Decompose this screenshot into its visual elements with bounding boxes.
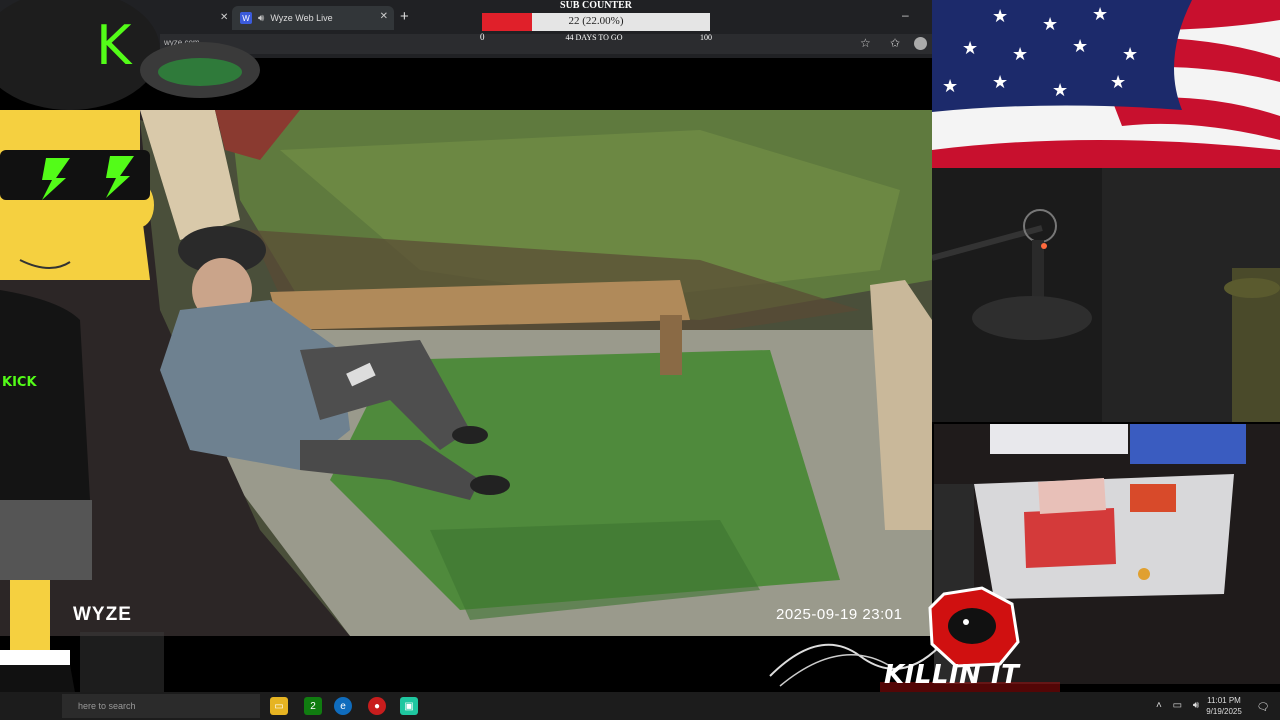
svg-text:★: ★ xyxy=(1110,72,1126,93)
us-flag-panel: ★ ★ ★ ★ ★ ★ ★ ★ ★ ★ ★ xyxy=(932,0,1280,168)
svg-text:★: ★ xyxy=(992,72,1008,93)
clock-time: 11:01 PM xyxy=(1207,696,1241,705)
sub-counter-days: 44 DAYS TO GO xyxy=(565,33,623,42)
address-bar[interactable]: wyze.com ☆ ✩ xyxy=(160,34,932,54)
sub-counter-value: 22 (22.00%) xyxy=(568,15,624,27)
mascot-overlay xyxy=(0,0,260,720)
sub-counter-title: SUB COUNTER xyxy=(560,0,632,11)
tab-close-button[interactable]: ✕ xyxy=(380,11,388,22)
svg-text:★: ★ xyxy=(1042,14,1058,35)
mic-scene xyxy=(932,168,1280,422)
svg-text:★: ★ xyxy=(1052,80,1068,101)
profile-avatar-icon[interactable] xyxy=(914,37,927,50)
notifications-icon[interactable]: 🗨︎ xyxy=(1254,698,1272,716)
xbox-badge: 2 xyxy=(310,700,316,712)
star-icon[interactable]: ☆ xyxy=(860,36,871,50)
taskbar-search-box[interactable]: here to search xyxy=(62,694,260,718)
svg-text:★: ★ xyxy=(942,76,958,97)
file-explorer-icon[interactable]: ▭ xyxy=(270,697,288,715)
minimize-button[interactable]: – xyxy=(902,8,909,22)
svg-text:★: ★ xyxy=(1012,44,1028,65)
sub-counter-min: 0 xyxy=(480,32,485,42)
killin-it-wordmark: KILLIN IT xyxy=(884,660,1020,690)
favorites-icon[interactable]: ✩ xyxy=(890,36,900,50)
tab-label: Wyze Web Live xyxy=(270,13,333,23)
stream-layout: ✕ W 🔊︎ Wyze Web Live ✕ + – wyze.com ☆ ✩ … xyxy=(0,0,1280,720)
system-tray-icons[interactable]: ˄ ▭ 🔊︎ xyxy=(1156,700,1203,711)
xbox-icon[interactable]: 2 xyxy=(304,697,322,715)
new-tab-button[interactable]: + xyxy=(400,8,409,25)
taskbar-search-placeholder: here to search xyxy=(78,701,136,711)
sub-counter-max: 100 xyxy=(700,33,712,42)
us-flag-image: ★ ★ ★ ★ ★ ★ ★ ★ ★ ★ ★ xyxy=(932,0,1280,168)
edge-browser-icon[interactable]: e xyxy=(334,697,352,715)
svg-text:★: ★ xyxy=(992,6,1008,27)
record-app-icon[interactable]: ● xyxy=(368,697,386,715)
svg-text:★: ★ xyxy=(1122,44,1138,65)
svg-text:★: ★ xyxy=(1092,4,1108,25)
taskbar-clock[interactable]: 11:01 PM 9/19/2025 xyxy=(1200,695,1248,717)
svg-text:★: ★ xyxy=(1072,36,1088,57)
webcam-mic-view xyxy=(932,168,1280,422)
clock-date: 9/19/2025 xyxy=(1206,707,1242,716)
kick-hat-logo: K xyxy=(96,14,132,77)
store-app-icon[interactable]: ▣ xyxy=(400,697,418,715)
kick-shirt-text: KICK xyxy=(2,375,37,390)
sub-counter-bar: 22 (22.00%) xyxy=(482,13,710,31)
svg-text:★: ★ xyxy=(962,38,978,59)
